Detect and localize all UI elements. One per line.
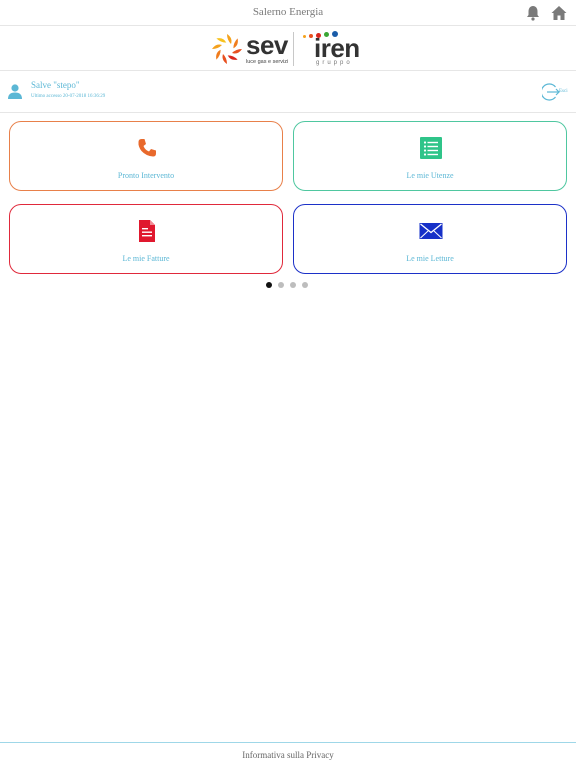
- iren-dot: [309, 34, 313, 38]
- privacy-link[interactable]: Informativa sulla Privacy: [0, 750, 576, 760]
- tile-label: Le mie Fatture: [122, 254, 170, 263]
- page-dot[interactable]: [302, 282, 308, 288]
- user-bar: Salve "stepo" Ultimo accesso 20-07-2018 …: [0, 71, 576, 113]
- tile-pronto-intervento[interactable]: Pronto Intervento: [9, 121, 283, 191]
- footer: Informativa sulla Privacy: [0, 742, 576, 768]
- tile-label: Le mie Utenze: [406, 171, 454, 180]
- tile-label: Le mie Letture: [406, 254, 454, 263]
- sev-sun-icon: [212, 34, 242, 64]
- tile-le-mie-letture[interactable]: Le mie Letture: [293, 204, 567, 274]
- last-access-text: Ultimo accesso 20-07-2018 16:36:29: [31, 94, 106, 99]
- logo-divider: [293, 32, 294, 66]
- home-icon[interactable]: [550, 4, 568, 22]
- envelope-icon: [419, 219, 443, 243]
- brand-logo: sev luce gas e servizi iren gruppo: [210, 30, 370, 70]
- iren-tagline: gruppo: [316, 60, 353, 66]
- iren-dot: [303, 35, 306, 38]
- list-icon: [419, 136, 443, 160]
- app-title: Salerno Energia: [252, 6, 324, 18]
- tile-le-mie-utenze[interactable]: Le mie Utenze: [293, 121, 567, 191]
- logout-label: Esci: [559, 89, 568, 94]
- user-icon: [8, 83, 22, 99]
- sev-logo-text: sev: [246, 30, 288, 60]
- tile-label: Pronto Intervento: [117, 171, 175, 180]
- page-dot-active[interactable]: [266, 282, 272, 288]
- sev-tagline: luce gas e servizi: [246, 59, 289, 65]
- logout-button[interactable]: Esci: [540, 82, 574, 102]
- logout-icon: [540, 83, 560, 101]
- bell-icon[interactable]: [524, 4, 542, 22]
- page-indicator: [266, 282, 316, 290]
- phone-icon: [135, 136, 159, 160]
- page-dot[interactable]: [290, 282, 296, 288]
- document-icon: [135, 219, 159, 243]
- page-dot[interactable]: [278, 282, 284, 288]
- user-greeting: Salve "stepo": [31, 80, 80, 90]
- logo-bar: sev luce gas e servizi iren gruppo: [0, 26, 576, 71]
- top-bar: Salerno Energia: [0, 0, 576, 26]
- tile-le-mie-fatture[interactable]: Le mie Fatture: [9, 204, 283, 274]
